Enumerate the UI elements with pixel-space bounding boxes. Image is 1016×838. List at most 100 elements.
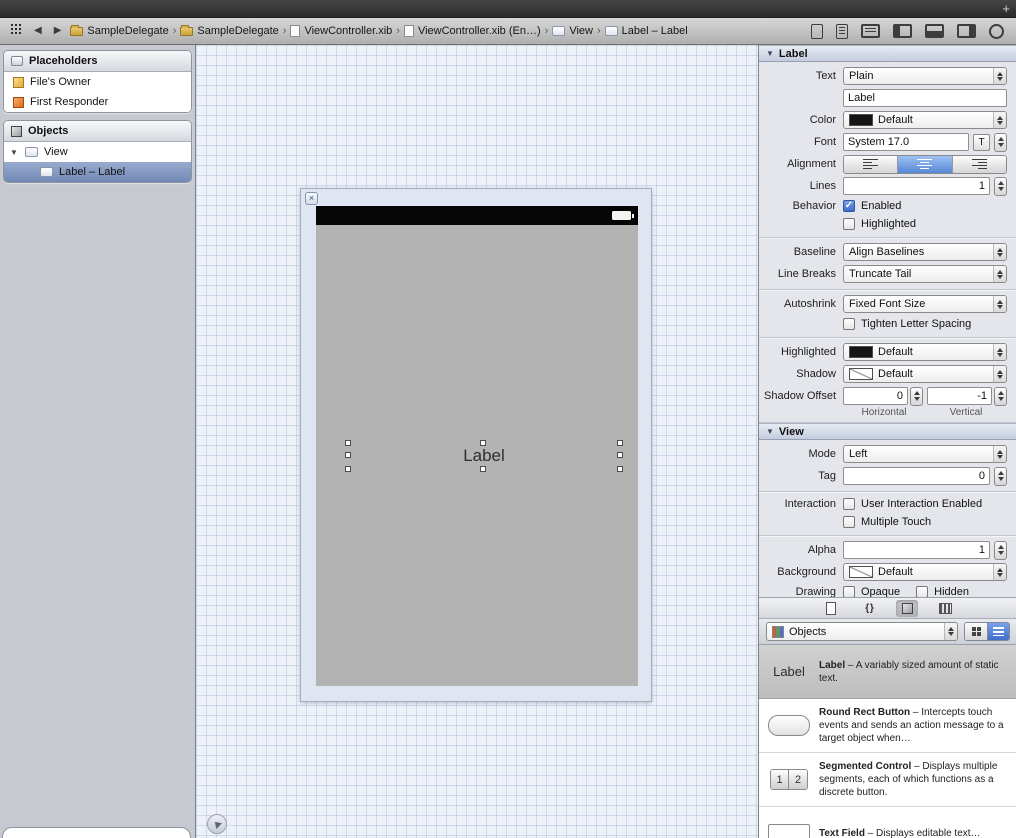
font-field[interactable]: System 17.0 bbox=[843, 133, 969, 151]
hidden-checkbox[interactable] bbox=[916, 586, 928, 597]
document-icon[interactable] bbox=[811, 24, 823, 39]
text-color-popup[interactable]: Default bbox=[843, 111, 1007, 129]
segmented-control-icon: 12 bbox=[770, 769, 808, 790]
first-responder-item[interactable]: First Responder bbox=[4, 92, 191, 112]
opaque-checkbox[interactable] bbox=[843, 586, 855, 597]
resize-handle[interactable] bbox=[617, 466, 623, 472]
autoshrink-popup[interactable]: Fixed Font Size bbox=[843, 295, 1007, 313]
resize-handle[interactable] bbox=[345, 452, 351, 458]
tag-field[interactable]: 0 bbox=[843, 467, 990, 485]
multiple-touch-checkbox[interactable] bbox=[843, 516, 855, 528]
placeholders-header[interactable]: Placeholders bbox=[4, 51, 191, 72]
font-label: Font bbox=[759, 136, 843, 148]
shadow-offset-vertical-stepper[interactable] bbox=[994, 387, 1007, 406]
close-icon[interactable]: × bbox=[305, 192, 318, 205]
library-item-round-rect-button[interactable]: Round Rect Button – Intercepts touch eve… bbox=[759, 699, 1016, 753]
section-title: Label bbox=[779, 48, 808, 60]
shadow-offset-horizontal-stepper[interactable] bbox=[910, 387, 923, 406]
lines-field[interactable]: 1 bbox=[843, 177, 990, 195]
view-tree-item[interactable]: ▼ View bbox=[4, 142, 191, 162]
section-header-label[interactable]: ▼ Label bbox=[759, 45, 1016, 62]
shadow-label: Shadow bbox=[759, 368, 843, 380]
font-picker-icon[interactable]: T bbox=[973, 134, 990, 151]
grid-view-button[interactable] bbox=[965, 623, 987, 640]
breadcrumb-item-project[interactable]: SampleDelegate bbox=[70, 25, 168, 37]
placeholders-title: Placeholders bbox=[29, 55, 97, 67]
baseline-popup[interactable]: Align Baselines bbox=[843, 243, 1007, 261]
files-owner-item[interactable]: File's Owner bbox=[4, 72, 191, 92]
navigator-filter-field[interactable] bbox=[2, 827, 191, 838]
outline-document-icon[interactable] bbox=[836, 24, 848, 39]
related-items-icon[interactable] bbox=[8, 22, 25, 40]
shadow-offset-vertical-field[interactable]: -1 bbox=[927, 387, 992, 405]
library-scope-popup[interactable]: Objects bbox=[766, 622, 958, 641]
breadcrumb-item-view[interactable]: View bbox=[552, 25, 593, 37]
enabled-checkbox[interactable] bbox=[843, 200, 855, 212]
lines-stepper[interactable] bbox=[994, 177, 1007, 196]
resize-handle[interactable] bbox=[480, 440, 486, 446]
selected-uilabel[interactable]: Label bbox=[349, 444, 619, 468]
resize-handle[interactable] bbox=[480, 466, 486, 472]
disclosure-icon[interactable]: ▼ bbox=[9, 148, 19, 157]
tighten-letter-spacing-checkbox[interactable] bbox=[843, 318, 855, 330]
library-item-text-field[interactable]: Text Field – Displays editable text… bbox=[759, 807, 1016, 838]
alpha-field[interactable]: 1 bbox=[843, 541, 990, 559]
braces-icon: { } bbox=[865, 603, 873, 614]
align-right-segment[interactable] bbox=[953, 156, 1006, 173]
button-preview bbox=[759, 715, 819, 736]
tag-stepper[interactable] bbox=[994, 467, 1007, 486]
objects-tab[interactable] bbox=[896, 600, 918, 617]
popup-arrows-icon bbox=[993, 296, 1006, 312]
align-center-segment[interactable] bbox=[898, 156, 952, 173]
utilities-toggle-icon[interactable] bbox=[957, 24, 976, 38]
breadcrumb-item-label[interactable]: Label – Label bbox=[605, 25, 688, 37]
design-canvas[interactable]: × Label bbox=[196, 45, 758, 838]
uiview-surface[interactable]: Label bbox=[316, 225, 638, 686]
navigator-toggle-icon[interactable] bbox=[893, 24, 912, 38]
organizer-icon[interactable] bbox=[989, 24, 1004, 39]
media-tab[interactable] bbox=[934, 600, 956, 617]
font-size-stepper[interactable] bbox=[994, 133, 1007, 152]
linebreaks-popup[interactable]: Truncate Tail bbox=[843, 265, 1007, 283]
file-icon bbox=[290, 25, 300, 37]
mode-popup[interactable]: Left bbox=[843, 445, 1007, 463]
highlighted-checkbox[interactable] bbox=[843, 218, 855, 230]
section-header-view[interactable]: ▼ View bbox=[759, 423, 1016, 440]
debug-area-toggle-icon[interactable] bbox=[925, 24, 944, 38]
objects-header[interactable]: Objects bbox=[4, 121, 191, 142]
align-left-segment[interactable] bbox=[844, 156, 898, 173]
library-item-label[interactable]: Label Label – A variably sized amount of… bbox=[759, 645, 1016, 699]
view-icon bbox=[552, 26, 565, 36]
library-item-segmented-control[interactable]: 12 Segmented Control – Displays multiple… bbox=[759, 753, 1016, 807]
breadcrumb-item-localization[interactable]: ViewController.xib (En…) bbox=[404, 25, 541, 37]
chevron-separator-icon: › bbox=[283, 25, 287, 37]
alpha-stepper[interactable] bbox=[994, 541, 1007, 560]
shadow-color-popup[interactable]: Default bbox=[843, 365, 1007, 383]
resize-handle[interactable] bbox=[345, 466, 351, 472]
canvas-dock-button[interactable] bbox=[207, 814, 227, 834]
label-text-field[interactable]: Label bbox=[843, 89, 1007, 107]
back-button[interactable]: ◀ bbox=[31, 24, 45, 38]
shadow-offset-label: Shadow Offset bbox=[759, 390, 843, 402]
label-tree-item[interactable]: Label – Label bbox=[4, 162, 191, 182]
breadcrumb-item-group[interactable]: SampleDelegate bbox=[180, 25, 278, 37]
label-icon bbox=[40, 167, 53, 177]
resize-handle[interactable] bbox=[617, 440, 623, 446]
resize-handle[interactable] bbox=[345, 440, 351, 446]
text-type-popup[interactable]: Plain bbox=[843, 67, 1007, 85]
shadow-offset-horizontal-field[interactable]: 0 bbox=[843, 387, 908, 405]
breadcrumb-label: ViewController.xib (En…) bbox=[418, 25, 541, 37]
arrow-icon bbox=[212, 819, 222, 829]
list-document-icon[interactable] bbox=[861, 24, 880, 38]
xib-document-frame[interactable]: × Label bbox=[300, 188, 652, 702]
plus-icon[interactable]: + bbox=[1002, 1, 1010, 16]
forward-button[interactable]: ▶ bbox=[51, 24, 65, 38]
resize-handle[interactable] bbox=[617, 452, 623, 458]
file-templates-tab[interactable] bbox=[820, 600, 842, 617]
code-snippets-tab[interactable]: { } bbox=[858, 600, 880, 617]
list-view-button[interactable] bbox=[987, 623, 1009, 640]
breadcrumb-item-file[interactable]: ViewController.xib bbox=[290, 25, 392, 37]
highlighted-color-popup[interactable]: Default bbox=[843, 343, 1007, 361]
background-color-popup[interactable]: Default bbox=[843, 563, 1007, 581]
user-interaction-checkbox[interactable] bbox=[843, 498, 855, 510]
